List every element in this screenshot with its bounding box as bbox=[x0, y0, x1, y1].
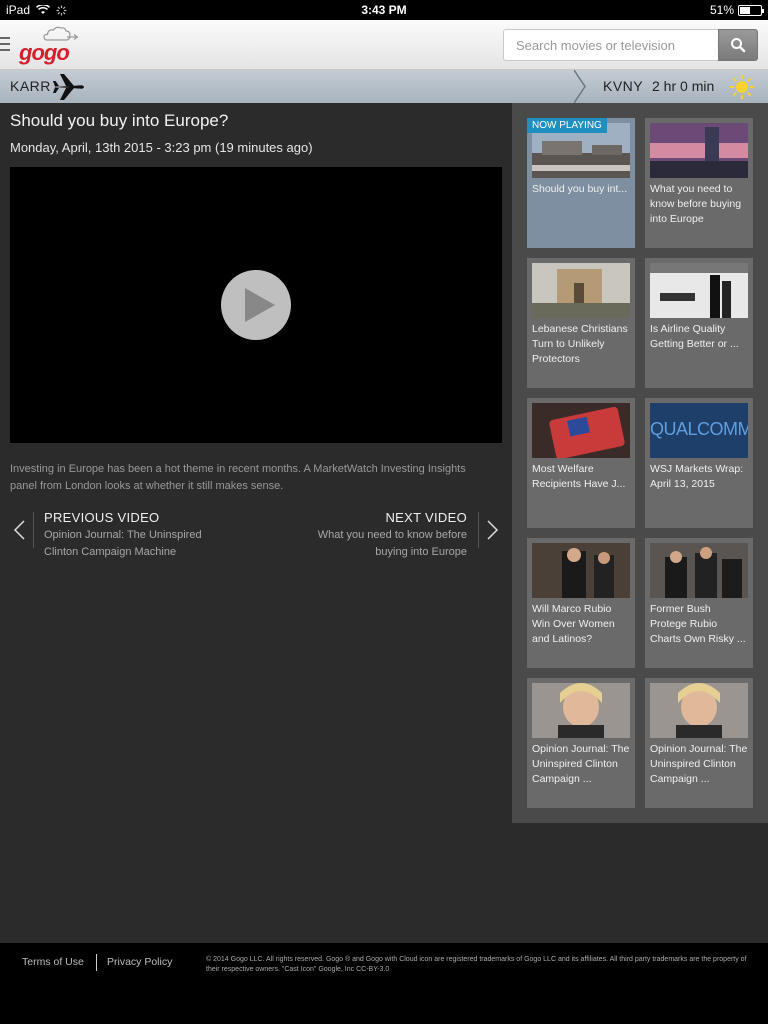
logo-wordmark: gogo bbox=[19, 40, 70, 65]
previous-video-title: Opinion Journal: The Uninspired Clinton … bbox=[44, 529, 202, 558]
qualcomm-logo-text: QUALCOMM bbox=[650, 419, 748, 439]
thumbnail-image: QUALCOMM bbox=[650, 403, 748, 458]
playlist-item[interactable]: Former Bush Protege Rubio Charts Own Ris… bbox=[645, 538, 753, 668]
video-date: Monday, April, 13th 2015 - 3:23 pm (19 m… bbox=[10, 140, 313, 155]
chevron-left-icon bbox=[13, 520, 25, 540]
thumbnail-image bbox=[650, 683, 748, 738]
privacy-policy-link[interactable]: Privacy Policy bbox=[107, 956, 172, 968]
playlist-item[interactable]: NOW PLAYING Should you buy int... bbox=[527, 118, 635, 248]
playlist-item-caption: What you need to know before buying into… bbox=[650, 183, 742, 225]
status-right: 51% bbox=[709, 3, 764, 17]
hamburger-menu-icon[interactable] bbox=[0, 37, 10, 51]
playlist-item-caption: Should you buy int... bbox=[532, 183, 628, 195]
status-bar: iPad 3:43 PM 51% bbox=[0, 0, 768, 20]
playlist-item[interactable]: Opinion Journal: The Uninspired Clinton … bbox=[645, 678, 753, 808]
destination-airport: KVNY bbox=[603, 78, 644, 94]
route-divider-chevron bbox=[574, 70, 586, 103]
search-button[interactable] bbox=[718, 29, 758, 61]
search-input[interactable] bbox=[503, 29, 719, 61]
playlist-item[interactable]: What you need to know before buying into… bbox=[645, 118, 753, 248]
search-icon bbox=[731, 38, 746, 53]
footer-divider bbox=[96, 954, 97, 971]
main-content: Should you buy into Europe? Monday, Apri… bbox=[0, 103, 768, 943]
play-icon bbox=[245, 288, 275, 322]
gogo-logo[interactable]: gogo bbox=[18, 26, 82, 66]
chevron-right-icon bbox=[487, 520, 499, 540]
terms-of-use-link[interactable]: Terms of Use bbox=[22, 956, 84, 968]
video-player[interactable] bbox=[10, 167, 502, 443]
video-description: Investing in Europe has been a hot theme… bbox=[10, 463, 466, 492]
playlist-item-caption: Most Welfare Recipients Have J... bbox=[532, 463, 626, 490]
app-header: gogo bbox=[0, 20, 768, 70]
thumbnail-image bbox=[532, 263, 630, 318]
thumbnail-image bbox=[650, 543, 748, 598]
next-video-title: What you need to know before buying into… bbox=[317, 529, 467, 558]
thumbnail-image bbox=[532, 543, 630, 598]
playlist-item-caption: Is Airline Quality Getting Better or ... bbox=[650, 323, 739, 350]
playlist-item-caption: Opinion Journal: The Uninspired Clinton … bbox=[532, 743, 630, 785]
next-video-link[interactable]: NEXT VIDEO What you need to know before … bbox=[300, 506, 502, 576]
page-footer: Terms of Use Privacy Policy © 2014 Gogo … bbox=[0, 943, 768, 1024]
playlist-item[interactable]: Is Airline Quality Getting Better or ... bbox=[645, 258, 753, 388]
playlist-item[interactable]: Lebanese Christians Turn to Unlikely Pro… bbox=[527, 258, 635, 388]
playlist-item-caption: Lebanese Christians Turn to Unlikely Pro… bbox=[532, 323, 628, 365]
playlist-item-caption: Opinion Journal: The Uninspired Clinton … bbox=[650, 743, 748, 785]
video-title: Should you buy into Europe? bbox=[10, 111, 229, 130]
previous-video-label: PREVIOUS VIDEO bbox=[44, 510, 160, 525]
arrow-right-container bbox=[478, 512, 502, 548]
status-time: 3:43 PM bbox=[361, 3, 407, 17]
thumbnail-image bbox=[650, 263, 748, 318]
time-remaining: 2 hr 0 min bbox=[652, 78, 715, 94]
flight-tracker-bar: KARR KVNY 2 hr 0 min bbox=[0, 70, 768, 103]
battery-percent: 51% bbox=[709, 3, 734, 17]
thumbnail-image bbox=[532, 403, 630, 458]
playlist-panel: NOW PLAYING Should you buy int... What y… bbox=[512, 103, 768, 823]
now-playing-badge: NOW PLAYING bbox=[527, 118, 607, 133]
previous-video-link[interactable]: PREVIOUS VIDEO Opinion Journal: The Unin… bbox=[10, 506, 250, 576]
arrow-left-container bbox=[10, 512, 34, 548]
play-button[interactable] bbox=[221, 270, 291, 340]
copyright-notice: © 2014 Gogo LLC. All rights reserved. Go… bbox=[206, 956, 747, 973]
airplane-icon bbox=[53, 74, 84, 100]
thumbnail-image bbox=[650, 123, 748, 178]
playlist-item[interactable]: Opinion Journal: The Uninspired Clinton … bbox=[527, 678, 635, 808]
next-video-label: NEXT VIDEO bbox=[385, 510, 467, 525]
playlist-item-caption: Will Marco Rubio Win Over Women and Lati… bbox=[532, 603, 615, 645]
sun-icon bbox=[730, 75, 754, 99]
playlist-item[interactable]: QUALCOMM WSJ Markets Wrap: April 13, 201… bbox=[645, 398, 753, 528]
playlist-item[interactable]: Will Marco Rubio Win Over Women and Lati… bbox=[527, 538, 635, 668]
playlist-item[interactable]: Most Welfare Recipients Have J... bbox=[527, 398, 635, 528]
thumbnail-image bbox=[532, 683, 630, 738]
battery-icon bbox=[738, 4, 764, 16]
playlist-item-caption: WSJ Markets Wrap: April 13, 2015 bbox=[650, 463, 744, 490]
origin-airport: KARR bbox=[10, 78, 51, 94]
playlist-item-caption: Former Bush Protege Rubio Charts Own Ris… bbox=[650, 603, 746, 645]
